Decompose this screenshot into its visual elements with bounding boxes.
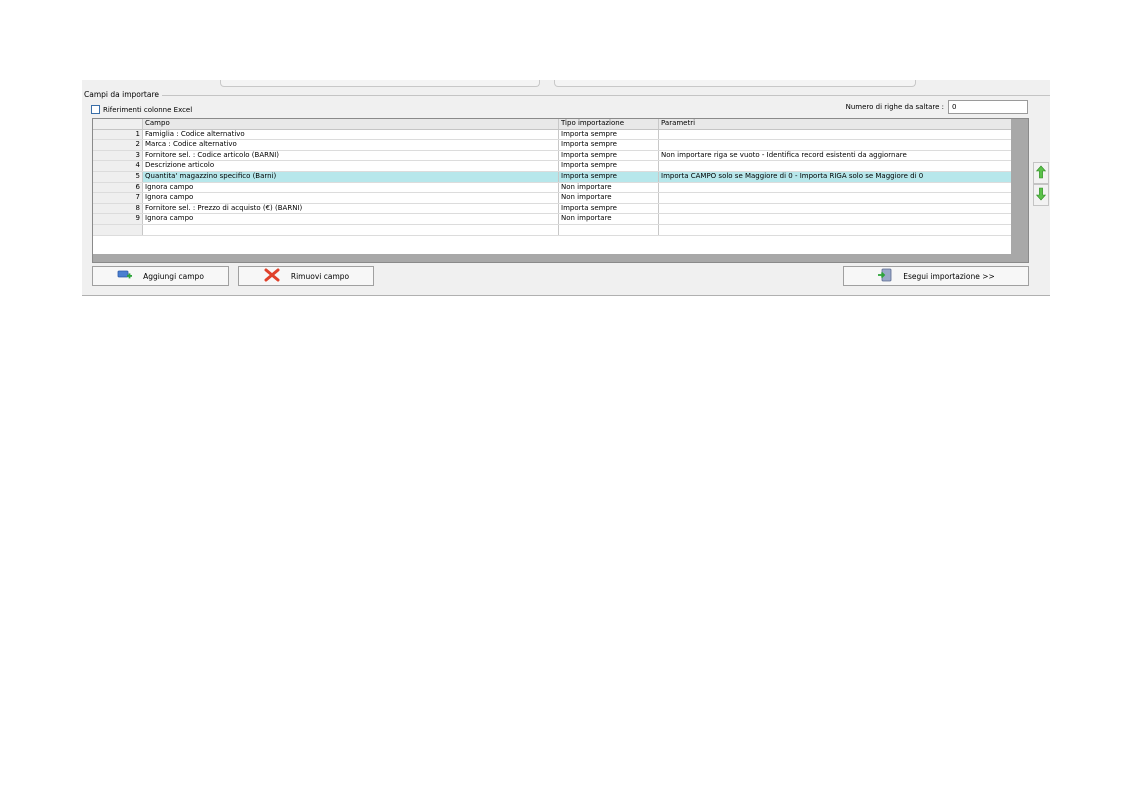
parametri-cell[interactable] [659,183,1011,193]
campo-cell[interactable]: Ignora campo [143,214,559,224]
grid-empty-row[interactable] [93,224,1011,236]
table-row[interactable]: 7 Ignora campo Non importare [93,193,1011,204]
table-row[interactable]: 8 Fornitore sel. : Prezzo di acquisto (€)… [93,203,1011,215]
top-field-left[interactable] [220,80,540,87]
campo-cell[interactable]: Descrizione articolo [143,161,559,171]
table-row[interactable]: 1 Famiglia : Codice alternativo Importa se… [93,129,1011,141]
move-down-button[interactable] [1033,184,1049,206]
parametri-cell[interactable]: Non importare riga se vuoto - Identifica… [659,151,1011,161]
run-import-button[interactable]: Esegui importazione >> [843,266,1029,286]
parametri-cell[interactable] [659,130,1011,140]
header-number [93,119,143,129]
parametri-cell[interactable] [659,140,1011,150]
row-number-cell: 4 [93,161,143,171]
row-number-cell: 9 [93,214,143,224]
row-number-cell: 8 [93,203,143,214]
table-row[interactable]: 4 Descrizione articolo Importa sempre [93,161,1011,172]
group-title: Campi da importare [84,90,162,99]
row-number-cell: 5 [93,171,143,182]
campo-cell[interactable]: Ignora campo [143,193,559,203]
table-row[interactable]: 9 Ignora campo Non importare [93,214,1011,225]
campo-cell[interactable]: Quantita' magazzino specifico (Barni) [143,171,559,182]
excel-column-ref-label: Riferimenti colonne Excel [103,105,193,114]
rows-to-skip-input[interactable] [948,100,1028,114]
table-row[interactable]: 5 Quantita' magazzino specifico (Barni) Im… [93,171,1011,183]
row-number-cell: 1 [93,129,143,140]
grid-rows: 1 Famiglia : Codice alternativo Importa se… [93,129,1011,225]
header-tipo-importazione[interactable]: Tipo importazione [559,119,659,129]
campo-cell[interactable]: Famiglia : Codice alternativo [143,129,559,140]
row-number-cell: 6 [93,182,143,193]
row-number-cell: 3 [93,150,143,161]
import-fields-panel: Campi da importare Riferimenti colonne E… [82,80,1050,295]
excel-column-ref-checkbox[interactable] [91,105,100,114]
move-down-arrow-icon [1035,187,1047,203]
rows-to-skip: Numero di righe da saltare : [846,100,1028,114]
add-field-button[interactable]: Aggiungi campo [92,266,229,286]
add-field-icon [117,269,133,283]
parametri-cell[interactable] [659,204,1011,214]
table-row[interactable]: 3 Fornitore sel. : Codice articolo (BARNI… [93,150,1011,162]
top-field-right[interactable] [554,80,916,87]
parametri-cell[interactable] [659,193,1011,203]
row-number-cell: 2 [93,140,143,150]
tipo-importazione-cell[interactable]: Importa sempre [559,161,659,171]
move-up-button[interactable] [1033,162,1049,184]
header-parametri[interactable]: Parametri [659,119,1011,129]
panel-bottom-border [82,295,1050,296]
table-row[interactable]: 6 Ignora campo Non importare [93,182,1011,194]
add-field-label: Aggiungi campo [143,271,204,281]
remove-field-icon [263,268,281,284]
tipo-importazione-cell[interactable]: Importa sempre [559,203,659,214]
excel-column-ref-option[interactable]: Riferimenti colonne Excel [91,105,192,114]
row-number-cell: 7 [93,193,143,203]
header-campo[interactable]: Campo [143,119,559,129]
campo-cell[interactable]: Ignora campo [143,182,559,193]
run-import-label: Esegui importazione >> [903,271,995,281]
reorder-buttons [1033,162,1049,206]
remove-field-label: Rimuovi campo [290,271,350,281]
fields-grid-body: Campo Tipo importazione Parametri 1 Famig… [93,119,1011,254]
tipo-importazione-cell[interactable]: Importa sempre [559,150,659,161]
empty-row-campo[interactable] [143,224,559,235]
empty-row-parametri[interactable] [659,225,1011,235]
campo-cell[interactable]: Fornitore sel. : Prezzo di acquisto (€) … [143,203,559,214]
tipo-importazione-cell[interactable]: Non importare [559,182,659,193]
grid-header: Campo Tipo importazione Parametri [93,119,1011,130]
tipo-importazione-cell[interactable]: Importa sempre [559,171,659,182]
tipo-importazione-cell[interactable]: Non importare [559,214,659,224]
tipo-importazione-cell[interactable]: Non importare [559,193,659,203]
remove-field-button[interactable]: Rimuovi campo [238,266,374,286]
tipo-importazione-cell[interactable]: Importa sempre [559,140,659,150]
rows-to-skip-label: Numero di righe da saltare : [845,103,944,111]
group-separator [152,95,1050,96]
parametri-cell[interactable]: Importa CAMPO solo se Maggiore di 0 - Im… [659,171,1011,182]
parametri-cell[interactable] [659,161,1011,171]
campo-cell[interactable]: Marca : Codice alternativo [143,140,559,150]
move-up-arrow-icon [1035,165,1047,181]
tipo-importazione-cell[interactable]: Importa sempre [559,129,659,140]
table-row[interactable]: 2 Marca : Codice alternativo Importa sempr… [93,140,1011,151]
empty-row-tipo[interactable] [559,224,659,235]
parametri-cell[interactable] [659,214,1011,224]
fields-grid: Campo Tipo importazione Parametri 1 Famig… [92,118,1029,263]
run-import-icon [877,268,893,284]
campo-cell[interactable]: Fornitore sel. : Codice articolo (BARNI) [143,150,559,161]
empty-row-number [93,224,143,235]
